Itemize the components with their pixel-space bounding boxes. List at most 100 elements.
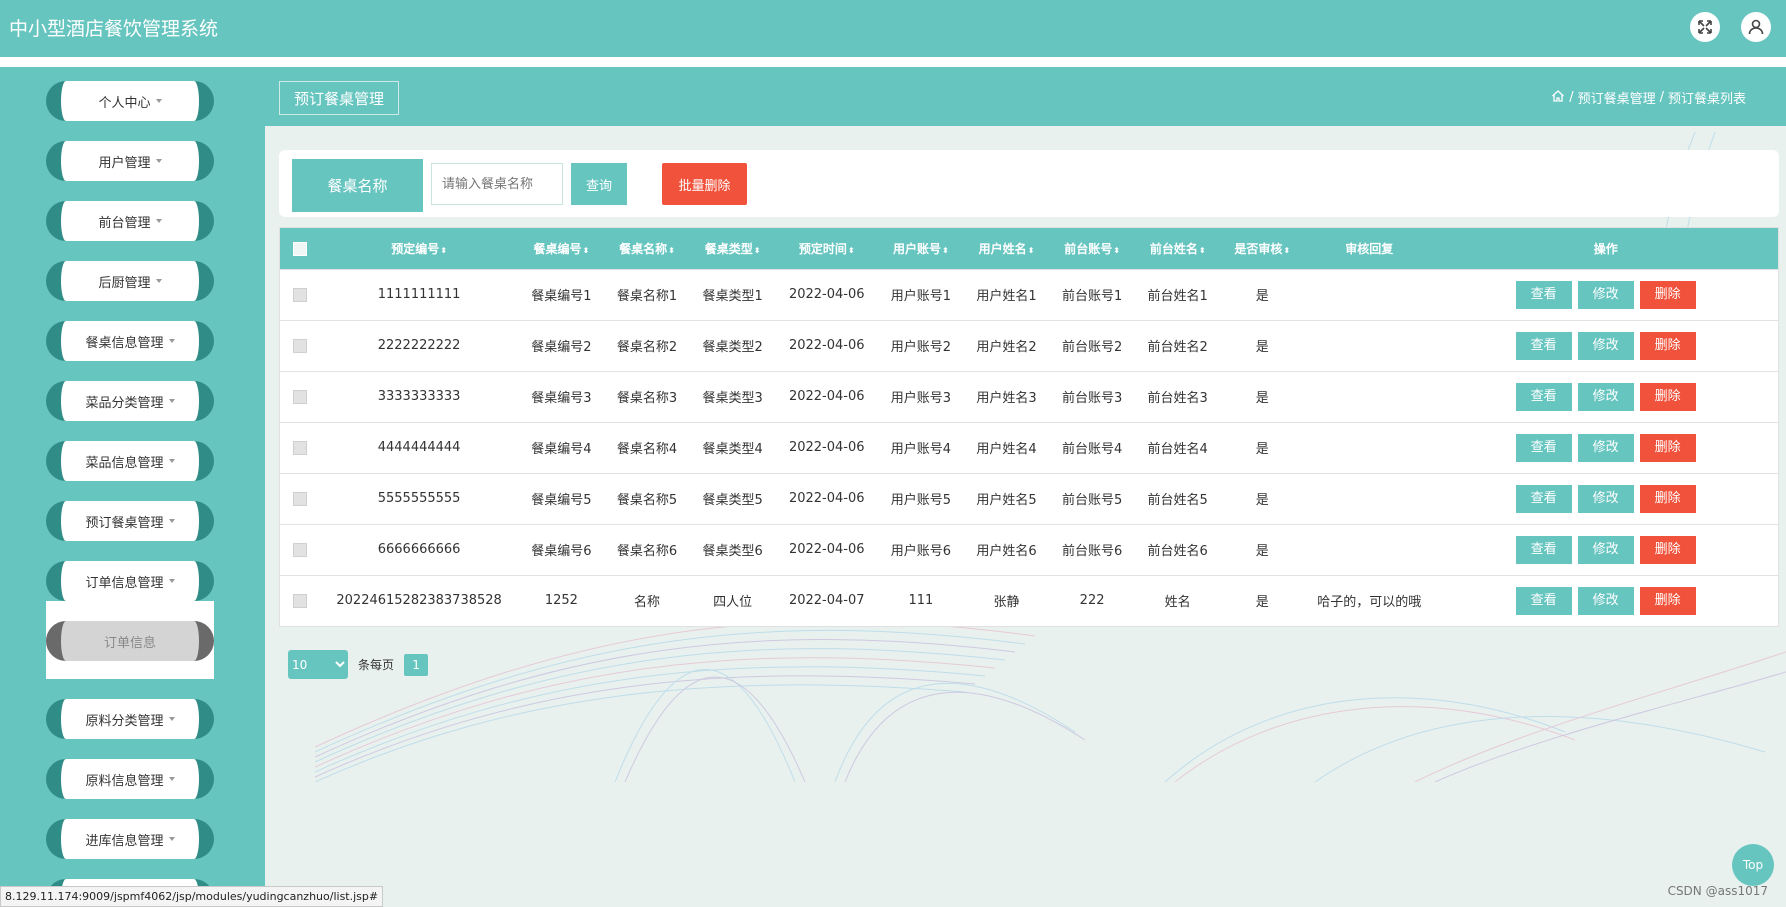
sidebar-item-table-info-management[interactable]: 餐桌信息管理 [46,321,214,361]
view-button[interactable]: 查看 [1515,331,1572,360]
view-button[interactable]: 查看 [1515,586,1572,615]
delete-button[interactable]: 删除 [1639,433,1696,462]
edit-button[interactable]: 修改 [1577,382,1634,411]
delete-button[interactable]: 删除 [1639,331,1696,360]
edit-button[interactable]: 修改 [1577,535,1634,564]
back-to-top-button[interactable]: Top [1732,844,1774,886]
sidebar-item-user-management[interactable]: 用户管理 [46,141,214,181]
view-button[interactable]: 查看 [1515,280,1572,309]
row-checkbox[interactable] [293,287,308,302]
view-button[interactable]: 查看 [1515,484,1572,513]
table-cell: 用户姓名6 [964,523,1049,575]
chevron-down-icon [168,717,175,721]
page-header: 预订餐桌管理 / 预订餐桌管理 / 预订餐桌列表 [265,67,1786,126]
column-header[interactable]: 用户账号⬍ [877,228,965,269]
batch-delete-button[interactable]: 批量删除 [662,163,747,205]
table-cell: 名称 [605,574,689,626]
delete-button[interactable]: 删除 [1639,280,1696,309]
column-header[interactable]: 是否审核⬍ [1219,228,1305,269]
page-number-current[interactable]: 1 [404,653,429,676]
sort-icon[interactable]: ⬍ [1113,246,1120,255]
sidebar-item-reservation-management[interactable]: 预订餐桌管理 [46,501,214,541]
row-checkbox[interactable] [293,389,308,404]
sidebar-item-label: 个人中心 [98,95,151,111]
column-header[interactable]: 餐桌类型⬍ [689,228,777,269]
edit-button[interactable]: 修改 [1577,433,1634,462]
column-header[interactable]: 前台姓名⬍ [1136,228,1219,269]
sidebar-item-order-management[interactable]: 订单信息管理 [46,561,214,601]
sort-icon[interactable]: ⬍ [1199,246,1206,255]
sort-icon[interactable]: ⬍ [848,246,855,255]
sidebar-item-front-desk-management[interactable]: 前台管理 [46,201,214,241]
view-button[interactable]: 查看 [1515,433,1572,462]
row-actions: 查看 修改 删除 [1433,370,1778,422]
column-header[interactable]: 餐桌编号⬍ [518,228,606,269]
delete-button[interactable]: 删除 [1639,484,1696,513]
row-checkbox[interactable] [293,440,308,455]
table-cell: 3333333333 [320,370,518,422]
sidebar-item-dish-info-management[interactable]: 菜品信息管理 [46,441,214,481]
select-all-checkbox[interactable] [293,241,308,256]
fullscreen-icon[interactable] [1690,12,1720,42]
table-row: 6666666666 餐桌编号6 餐桌名称6 餐桌类型6 2022-04-06 用户账号6… [280,523,1778,575]
table-cell: 餐桌编号3 [517,370,606,422]
sidebar-item-stock-in-management[interactable]: 进库信息管理 [46,819,214,859]
user-icon[interactable] [1741,12,1771,42]
sidebar-item-personal-center[interactable]: 个人中心 [46,81,214,121]
sort-icon[interactable]: ⬍ [1028,246,1035,255]
table-cell: 111 [877,574,965,626]
table-cell: 餐桌编号2 [517,319,606,371]
view-button[interactable]: 查看 [1515,382,1572,411]
view-button[interactable]: 查看 [1515,535,1572,564]
sidebar-item-kitchen-management[interactable]: 后厨管理 [46,261,214,301]
row-checkbox-cell [280,472,321,524]
row-checkbox[interactable] [293,542,308,557]
row-checkbox[interactable] [293,593,308,608]
sidebar-item-material-info-management[interactable]: 原料信息管理 [46,759,214,799]
column-header[interactable]: 用户姓名⬍ [965,228,1048,269]
home-icon[interactable] [1551,89,1565,107]
sidebar-item-dish-category-management[interactable]: 菜品分类管理 [46,381,214,421]
table-cell [1305,523,1434,575]
submenu-item-order-info[interactable]: 订单信息 [46,621,214,661]
row-checkbox[interactable] [293,338,308,353]
table-cell [1305,319,1434,371]
sort-icon[interactable]: ⬍ [668,246,675,255]
breadcrumb-separator: / [1659,90,1664,105]
sort-icon[interactable]: ⬍ [583,246,590,255]
edit-button[interactable]: 修改 [1577,484,1634,513]
delete-button[interactable]: 删除 [1639,586,1696,615]
page-size-select[interactable]: 10 [288,650,348,679]
sort-icon[interactable]: ⬍ [440,246,447,255]
table-name-search-input[interactable] [431,163,563,205]
sidebar-item-label: 前台管理 [98,215,151,231]
edit-button[interactable]: 修改 [1577,280,1634,309]
breadcrumb-item[interactable]: 预订餐桌管理 [1578,88,1656,107]
sidebar-item-material-category-management[interactable]: 原料分类管理 [46,699,214,739]
table-cell: 前台账号6 [1048,523,1136,575]
sort-icon[interactable]: ⬍ [754,246,761,255]
row-actions: 查看 修改 删除 [1433,319,1778,371]
query-button[interactable]: 查询 [571,163,627,205]
column-header[interactable]: 餐桌名称⬍ [605,228,688,269]
delete-button[interactable]: 删除 [1639,535,1696,564]
column-header: 操作 [1593,241,1618,256]
table-cell [1305,421,1434,473]
page-title: 预订餐桌管理 [279,81,400,115]
row-checkbox[interactable] [293,491,308,506]
table-cell: 用户账号3 [877,370,965,422]
row-actions: 查看 修改 删除 [1433,574,1778,626]
edit-button[interactable]: 修改 [1577,586,1634,615]
column-header-label: 前台姓名 [1149,241,1198,256]
reservation-table: 预定编号⬍ 餐桌编号⬍ 餐桌名称⬍ 餐桌类型⬍ 预定时间⬍ 用户账号⬍ 用户姓名… [279,227,1779,627]
sort-icon[interactable]: ⬍ [942,246,949,255]
column-header[interactable]: 预定编号⬍ [321,228,518,269]
column-header[interactable]: 前台账号⬍ [1048,228,1136,269]
table-row: 4444444444 餐桌编号4 餐桌名称4 餐桌类型4 2022-04-06 用户账号4… [280,421,1778,473]
sort-icon[interactable]: ⬍ [1283,246,1290,255]
edit-button[interactable]: 修改 [1577,331,1634,360]
delete-button[interactable]: 删除 [1639,382,1696,411]
column-header[interactable]: 预定时间⬍ [776,228,877,269]
row-actions: 查看 修改 删除 [1433,268,1778,320]
sidebar-item-label: 订单信息管理 [85,575,164,591]
